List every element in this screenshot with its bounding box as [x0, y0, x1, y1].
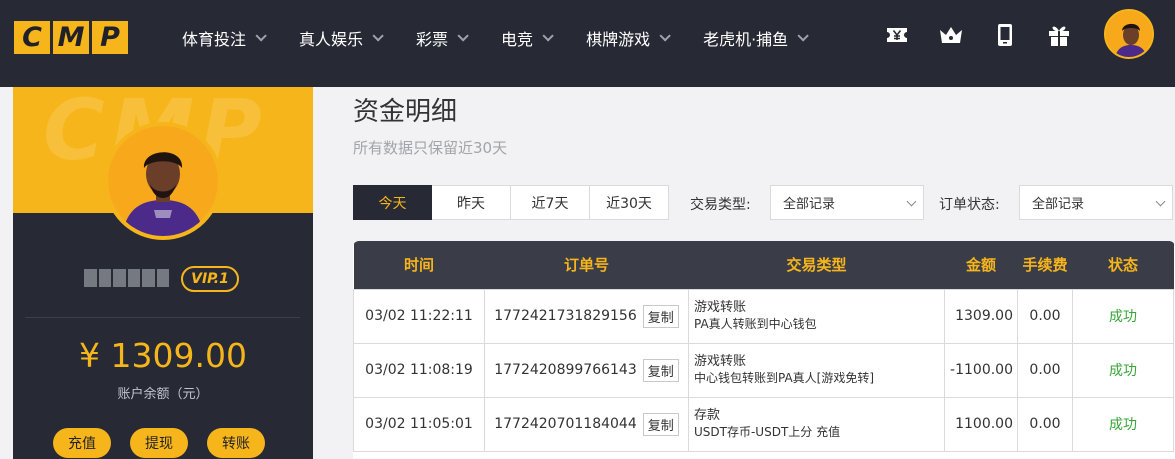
gift-icon[interactable]: [1046, 22, 1072, 48]
cell-status: 成功: [1072, 342, 1174, 398]
copy-button[interactable]: 复制: [642, 412, 679, 436]
order-id: 1772421731829156: [494, 308, 637, 324]
cell-time: 03/02 11:05:01: [353, 396, 485, 452]
column-header-order-id: 订单号: [563, 256, 609, 275]
chevron-down-icon: [797, 30, 809, 42]
nav-label: 真人娱乐: [299, 30, 364, 49]
balance-label: 账户余额（元）: [117, 387, 209, 402]
account-sidebar: CMP VIP.1 ¥ 1309.00 账户余额（元） 充值 提现 转账: [13, 87, 313, 459]
logo-letter: M: [53, 21, 89, 54]
cell-fee: 0.00: [1017, 342, 1073, 398]
deposit-button[interactable]: 充值: [53, 428, 111, 458]
masked-username: [84, 269, 169, 287]
table-row: 03/02 11:05:01 1772420701184044 复制 存款 USDT…: [353, 396, 1174, 452]
mobile-icon[interactable]: [992, 22, 1018, 48]
cell-time: 03/02 11:08:19: [353, 342, 485, 398]
order-id: 1772420899766143: [494, 362, 637, 378]
type-title: 存款: [694, 408, 721, 423]
chevron-down-icon: [372, 30, 384, 42]
type-title: 游戏转账: [694, 300, 747, 315]
cell-order-id: 1772421731829156 复制: [484, 288, 689, 344]
account-balance: ¥ 1309.00: [79, 336, 247, 375]
nav-item-slots-fishing[interactable]: 老虎机·捕鱼: [703, 26, 809, 50]
cell-order-id: 1772420701184044 复制: [484, 396, 689, 452]
copy-button[interactable]: 复制: [642, 358, 679, 382]
transaction-type-value: 全部记录: [783, 197, 836, 212]
tab-last-30-days[interactable]: 近30天: [590, 185, 669, 220]
tab-last-7-days[interactable]: 近7天: [511, 185, 590, 220]
cell-status: 成功: [1072, 288, 1174, 344]
table-header-row: 时间 订单号 交易类型 金额 手续费 状态: [353, 241, 1174, 289]
table-row: 03/02 11:08:19 1772420899766143 复制 游戏转账中心…: [353, 342, 1174, 398]
nav-item-lottery[interactable]: 彩票: [416, 26, 469, 50]
top-navbar: C M P 体育投注 真人娱乐 彩票 电竞 棋牌游戏 老虎机·捕鱼: [0, 0, 1175, 87]
transaction-type-select[interactable]: 全部记录: [770, 185, 924, 220]
column-header-time: 时间: [403, 256, 434, 275]
tab-today[interactable]: 今天: [353, 185, 432, 220]
user-avatar[interactable]: [1104, 9, 1154, 59]
type-title: 游戏转账: [694, 354, 747, 369]
chevron-down-icon: [255, 30, 267, 42]
yen-ticket-icon[interactable]: [884, 22, 910, 48]
header-tools: [884, 0, 1100, 70]
main-nav: 体育投注 真人娱乐 彩票 电竞 棋牌游戏 老虎机·捕鱼: [182, 0, 841, 76]
chevron-down-icon: [542, 30, 554, 42]
nav-label: 彩票: [416, 30, 449, 49]
brand-logo[interactable]: C M P: [14, 21, 128, 54]
logo-letter: P: [92, 21, 128, 54]
cell-type: 存款 USDT存币-USDT上分 充值: [688, 396, 945, 452]
cell-amount: -1100.00: [944, 342, 1018, 398]
table-row: 03/02 11:22:11 1772421731829156 复制 游戏转账 PA…: [353, 288, 1174, 344]
nav-label: 体育投注: [182, 30, 247, 49]
order-status-value: 全部记录: [1032, 197, 1085, 212]
cell-type: 游戏转账 PA真人转账到中心钱包: [688, 288, 945, 344]
tab-yesterday[interactable]: 昨天: [432, 185, 511, 220]
copy-button[interactable]: 复制: [642, 304, 679, 328]
order-status-label: 订单状态:: [939, 197, 1000, 213]
profile-avatar: [104, 122, 222, 240]
cell-status: 成功: [1072, 396, 1174, 452]
nav-label: 电竞: [501, 30, 534, 49]
nav-label: 老虎机·捕鱼: [703, 30, 789, 49]
column-header-type: 交易类型: [786, 256, 847, 275]
order-id: 1772420701184044: [494, 416, 637, 432]
date-range-tabs: 今天 昨天 近7天 近30天: [353, 185, 669, 220]
type-description: 中心钱包转账到PA真人[游戏免转]: [694, 371, 875, 385]
transactions-table: 时间 订单号 交易类型 金额 手续费 状态 03/02 11:22:11 177…: [353, 241, 1175, 459]
transfer-button[interactable]: 转账: [207, 428, 265, 458]
crown-icon[interactable]: [938, 22, 964, 48]
chevron-down-icon: [1155, 196, 1166, 207]
vip-badge: VIP.1: [181, 266, 239, 292]
chevron-down-icon: [906, 196, 917, 207]
order-status-select[interactable]: 全部记录: [1019, 185, 1173, 220]
wallet-actions: 充值 提现 转账: [53, 428, 265, 458]
sidebar-divider: [25, 317, 300, 318]
nav-item-card-games[interactable]: 棋牌游戏: [586, 26, 671, 50]
cell-type: 游戏转账中心钱包转账到PA真人[游戏免转]: [688, 342, 945, 398]
chevron-down-icon: [659, 30, 671, 42]
nav-item-esports[interactable]: 电竞: [501, 26, 554, 50]
cell-fee: 0.00: [1017, 288, 1073, 344]
cell-amount: 1309.00: [944, 288, 1018, 344]
type-description: PA真人转账到中心钱包: [694, 317, 817, 331]
nav-label: 棋牌游戏: [586, 30, 651, 49]
page-subtitle: 所有数据只保留近30天: [353, 139, 508, 157]
withdraw-button[interactable]: 提现: [130, 428, 188, 458]
cell-fee: 0.00: [1017, 396, 1073, 452]
page-title: 资金明细: [353, 97, 458, 127]
transaction-type-label: 交易类型:: [690, 197, 751, 213]
chevron-down-icon: [457, 30, 469, 42]
column-header-amount: 金额: [965, 256, 996, 275]
column-header-fee: 手续费: [1022, 256, 1068, 275]
nav-item-sports[interactable]: 体育投注: [182, 26, 267, 50]
cell-order-id: 1772420899766143 复制: [484, 342, 689, 398]
cell-amount: 1100.00: [944, 396, 1018, 452]
type-description: USDT存币-USDT上分 充值: [694, 425, 841, 439]
nav-item-live-casino[interactable]: 真人娱乐: [299, 26, 384, 50]
logo-letter: C: [14, 21, 50, 54]
column-header-status: 状态: [1107, 256, 1138, 275]
cell-time: 03/02 11:22:11: [353, 288, 485, 344]
